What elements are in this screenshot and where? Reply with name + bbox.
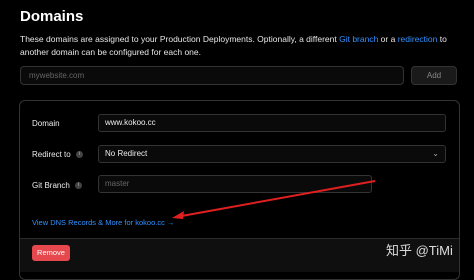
annotation-arrow [172, 180, 376, 219]
watermark: 知乎 @TiMi [386, 243, 453, 258]
annotation-arrow-line [175, 180, 376, 218]
annotation-arrow-head [172, 211, 184, 219]
